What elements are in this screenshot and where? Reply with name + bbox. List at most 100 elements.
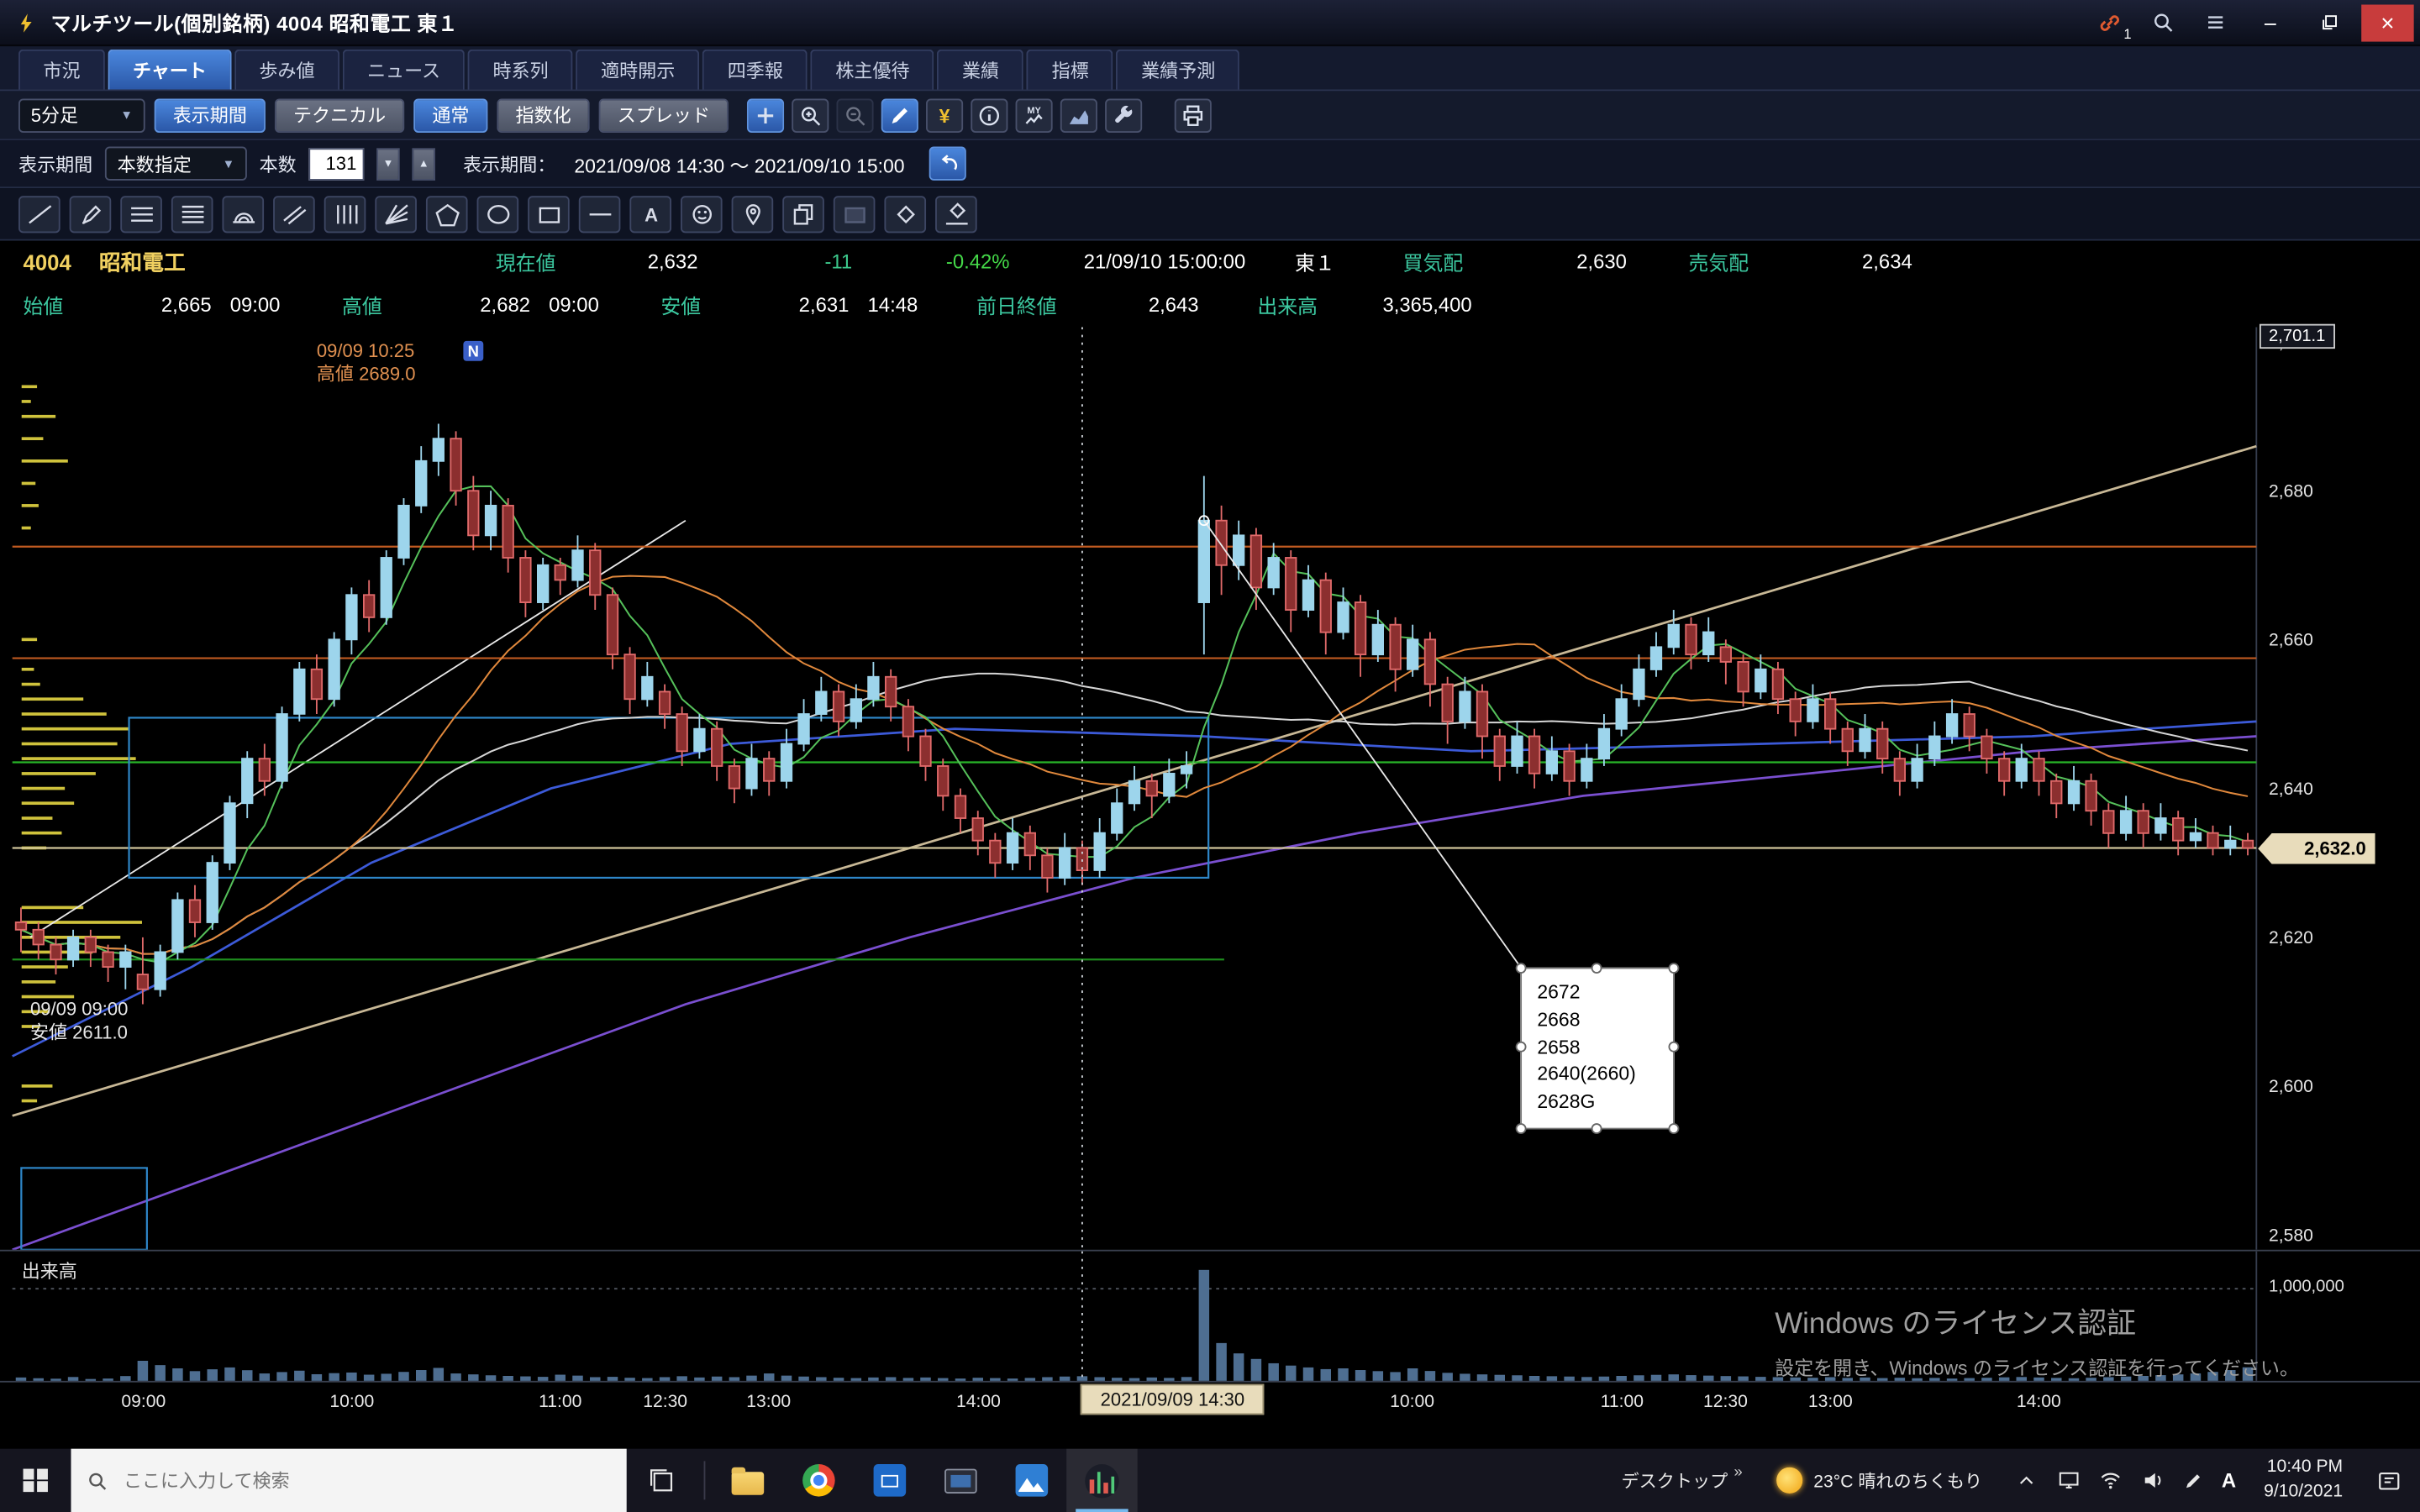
rectangle-tool[interactable]: [528, 195, 570, 232]
file-explorer-icon[interactable]: [712, 1449, 782, 1512]
tab-時系列[interactable]: 時系列: [468, 50, 573, 90]
start-button[interactable]: [0, 1449, 71, 1512]
open-label: 始値: [24, 290, 64, 319]
action-center-button[interactable]: [2359, 1468, 2420, 1493]
tab-四季報[interactable]: 四季報: [702, 50, 808, 90]
mail-app-icon[interactable]: [854, 1449, 924, 1512]
pencil-button[interactable]: [881, 98, 918, 132]
h-line-tool[interactable]: [579, 195, 621, 232]
volume-value: 3,365,400: [1318, 293, 1472, 317]
tab-業績[interactable]: 業績: [938, 50, 1024, 90]
pen-icon[interactable]: [2180, 1469, 2207, 1491]
marker-pen-tool[interactable]: [70, 195, 112, 232]
toolbar-button-テクニカル[interactable]: テクニカル: [275, 98, 404, 132]
trading-app-icon[interactable]: [1066, 1449, 1137, 1512]
close-button[interactable]: [2361, 4, 2413, 41]
info-button[interactable]: [971, 98, 1007, 132]
menu-icon[interactable]: [2191, 4, 2238, 41]
plus-button[interactable]: [747, 98, 784, 132]
drawing-toolbar: A: [0, 188, 2420, 240]
channel-tool[interactable]: [273, 195, 315, 232]
tab-指標[interactable]: 指標: [1027, 50, 1113, 90]
my-chart-button[interactable]: MY: [1016, 98, 1053, 132]
remote-desktop-icon[interactable]: [924, 1449, 995, 1512]
desktop-toolbar[interactable]: デスクトップ »: [1606, 1468, 1758, 1493]
selection-handle[interactable]: [1669, 1123, 1680, 1134]
tray-expand-caret-icon[interactable]: [2013, 1471, 2041, 1489]
chrome-icon[interactable]: [782, 1449, 853, 1512]
fib-arc-tool[interactable]: [222, 195, 264, 232]
icon-stamp-tool[interactable]: [681, 195, 723, 232]
copy-tool[interactable]: [782, 195, 824, 232]
photos-app-icon[interactable]: [996, 1449, 1066, 1512]
selection-handle[interactable]: [1591, 1123, 1602, 1134]
h-lines-3-tool[interactable]: [120, 195, 162, 232]
weather-widget[interactable]: 23°C 晴れのちくもり: [1758, 1467, 2001, 1494]
ellipse-tool[interactable]: [477, 195, 519, 232]
interval-select[interactable]: 5分足▼: [18, 98, 145, 132]
count-label: 本数: [260, 150, 297, 176]
text-tool[interactable]: A: [629, 195, 671, 232]
memo-annotation[interactable]: 2672266826582640(2660)2628G: [1520, 968, 1675, 1129]
search-icon[interactable]: [2139, 4, 2186, 41]
tab-チャート[interactable]: チャート: [108, 50, 232, 90]
reset-period-button[interactable]: [929, 146, 966, 180]
count-up-button[interactable]: ▲: [412, 147, 435, 180]
tab-bar: 市況チャート歩み値ニュース時系列適時開示四季報株主優待業績指標業績予測: [0, 46, 2420, 91]
open-price: 2,665: [63, 293, 211, 317]
selection-handle[interactable]: [1516, 1123, 1527, 1134]
stock-code: 4004: [24, 249, 71, 274]
prev-close-label: 前日終値: [976, 290, 1057, 319]
tab-市況[interactable]: 市況: [18, 50, 105, 90]
clear-all-tool[interactable]: [935, 195, 977, 232]
count-down-button[interactable]: ▼: [376, 147, 400, 180]
svg-text:2,640: 2,640: [2269, 780, 2313, 799]
toolbar-button-スプレッド[interactable]: スプレッド: [599, 98, 729, 132]
quote-row-primary: 4004 昭和電工 現在値 2,632 -11 -0.42% 21/09/10 …: [0, 241, 2420, 283]
tab-適時開示[interactable]: 適時開示: [576, 50, 700, 90]
tab-歩み値[interactable]: 歩み値: [234, 50, 339, 90]
selection-handle[interactable]: [1516, 963, 1527, 974]
link-icon[interactable]: 1: [2086, 4, 2133, 41]
taskbar-clock[interactable]: 10:40 PM 9/10/2021: [2249, 1457, 2359, 1504]
ime-mode-indicator[interactable]: A: [2222, 1469, 2236, 1493]
volume-chart[interactable]: [0, 1252, 2420, 1383]
price-chart[interactable]: 2,7002,6802,6602,6402,6202,6002,580N09/0…: [0, 327, 2420, 1249]
print-button[interactable]: [1175, 98, 1212, 132]
bar-count-input[interactable]: [308, 147, 364, 180]
pin-tool[interactable]: [732, 195, 774, 232]
yen-button[interactable]: ¥: [926, 98, 963, 132]
v-lines-tool[interactable]: [324, 195, 366, 232]
svg-text:¥: ¥: [939, 104, 950, 126]
pentagon-tool[interactable]: [426, 195, 468, 232]
gann-fan-tool[interactable]: [375, 195, 417, 232]
zoom-out-button[interactable]: [837, 98, 874, 132]
trend-line-tool[interactable]: [18, 195, 60, 232]
period-mode-select[interactable]: 本数指定▼: [105, 146, 247, 180]
taskbar-search[interactable]: [71, 1449, 626, 1512]
wifi-icon[interactable]: [2096, 1469, 2124, 1493]
time-axis-label: 10:00: [329, 1394, 374, 1412]
region-tool[interactable]: [834, 195, 876, 232]
zoom-in-button[interactable]: [792, 98, 829, 132]
tab-業績予測[interactable]: 業績予測: [1117, 50, 1240, 90]
chevron-expand-icon[interactable]: »: [1734, 1463, 1743, 1480]
minimize-button[interactable]: [2244, 4, 2296, 41]
maximize-button[interactable]: [2302, 4, 2354, 41]
tab-株主優待[interactable]: 株主優待: [811, 50, 934, 90]
toolbar-button-通常[interactable]: 通常: [413, 98, 487, 132]
taskbar-search-input[interactable]: [120, 1468, 611, 1493]
tab-ニュース[interactable]: ニュース: [343, 50, 466, 90]
display-tray-icon[interactable]: [2054, 1469, 2082, 1493]
toolbar-button-指数化[interactable]: 指数化: [497, 98, 590, 132]
speaker-icon[interactable]: [2139, 1469, 2166, 1493]
area-chart-button[interactable]: [1060, 98, 1097, 132]
wrench-button[interactable]: [1105, 98, 1142, 132]
selection-handle[interactable]: [1591, 963, 1602, 974]
selection-handle[interactable]: [1516, 1042, 1527, 1053]
task-view-button[interactable]: [627, 1449, 697, 1512]
h-lines-4-tool[interactable]: [171, 195, 213, 232]
toolbar-button-表示期間[interactable]: 表示期間: [155, 98, 266, 132]
selection-handle[interactable]: [1669, 963, 1680, 974]
eraser-tool[interactable]: [884, 195, 926, 232]
